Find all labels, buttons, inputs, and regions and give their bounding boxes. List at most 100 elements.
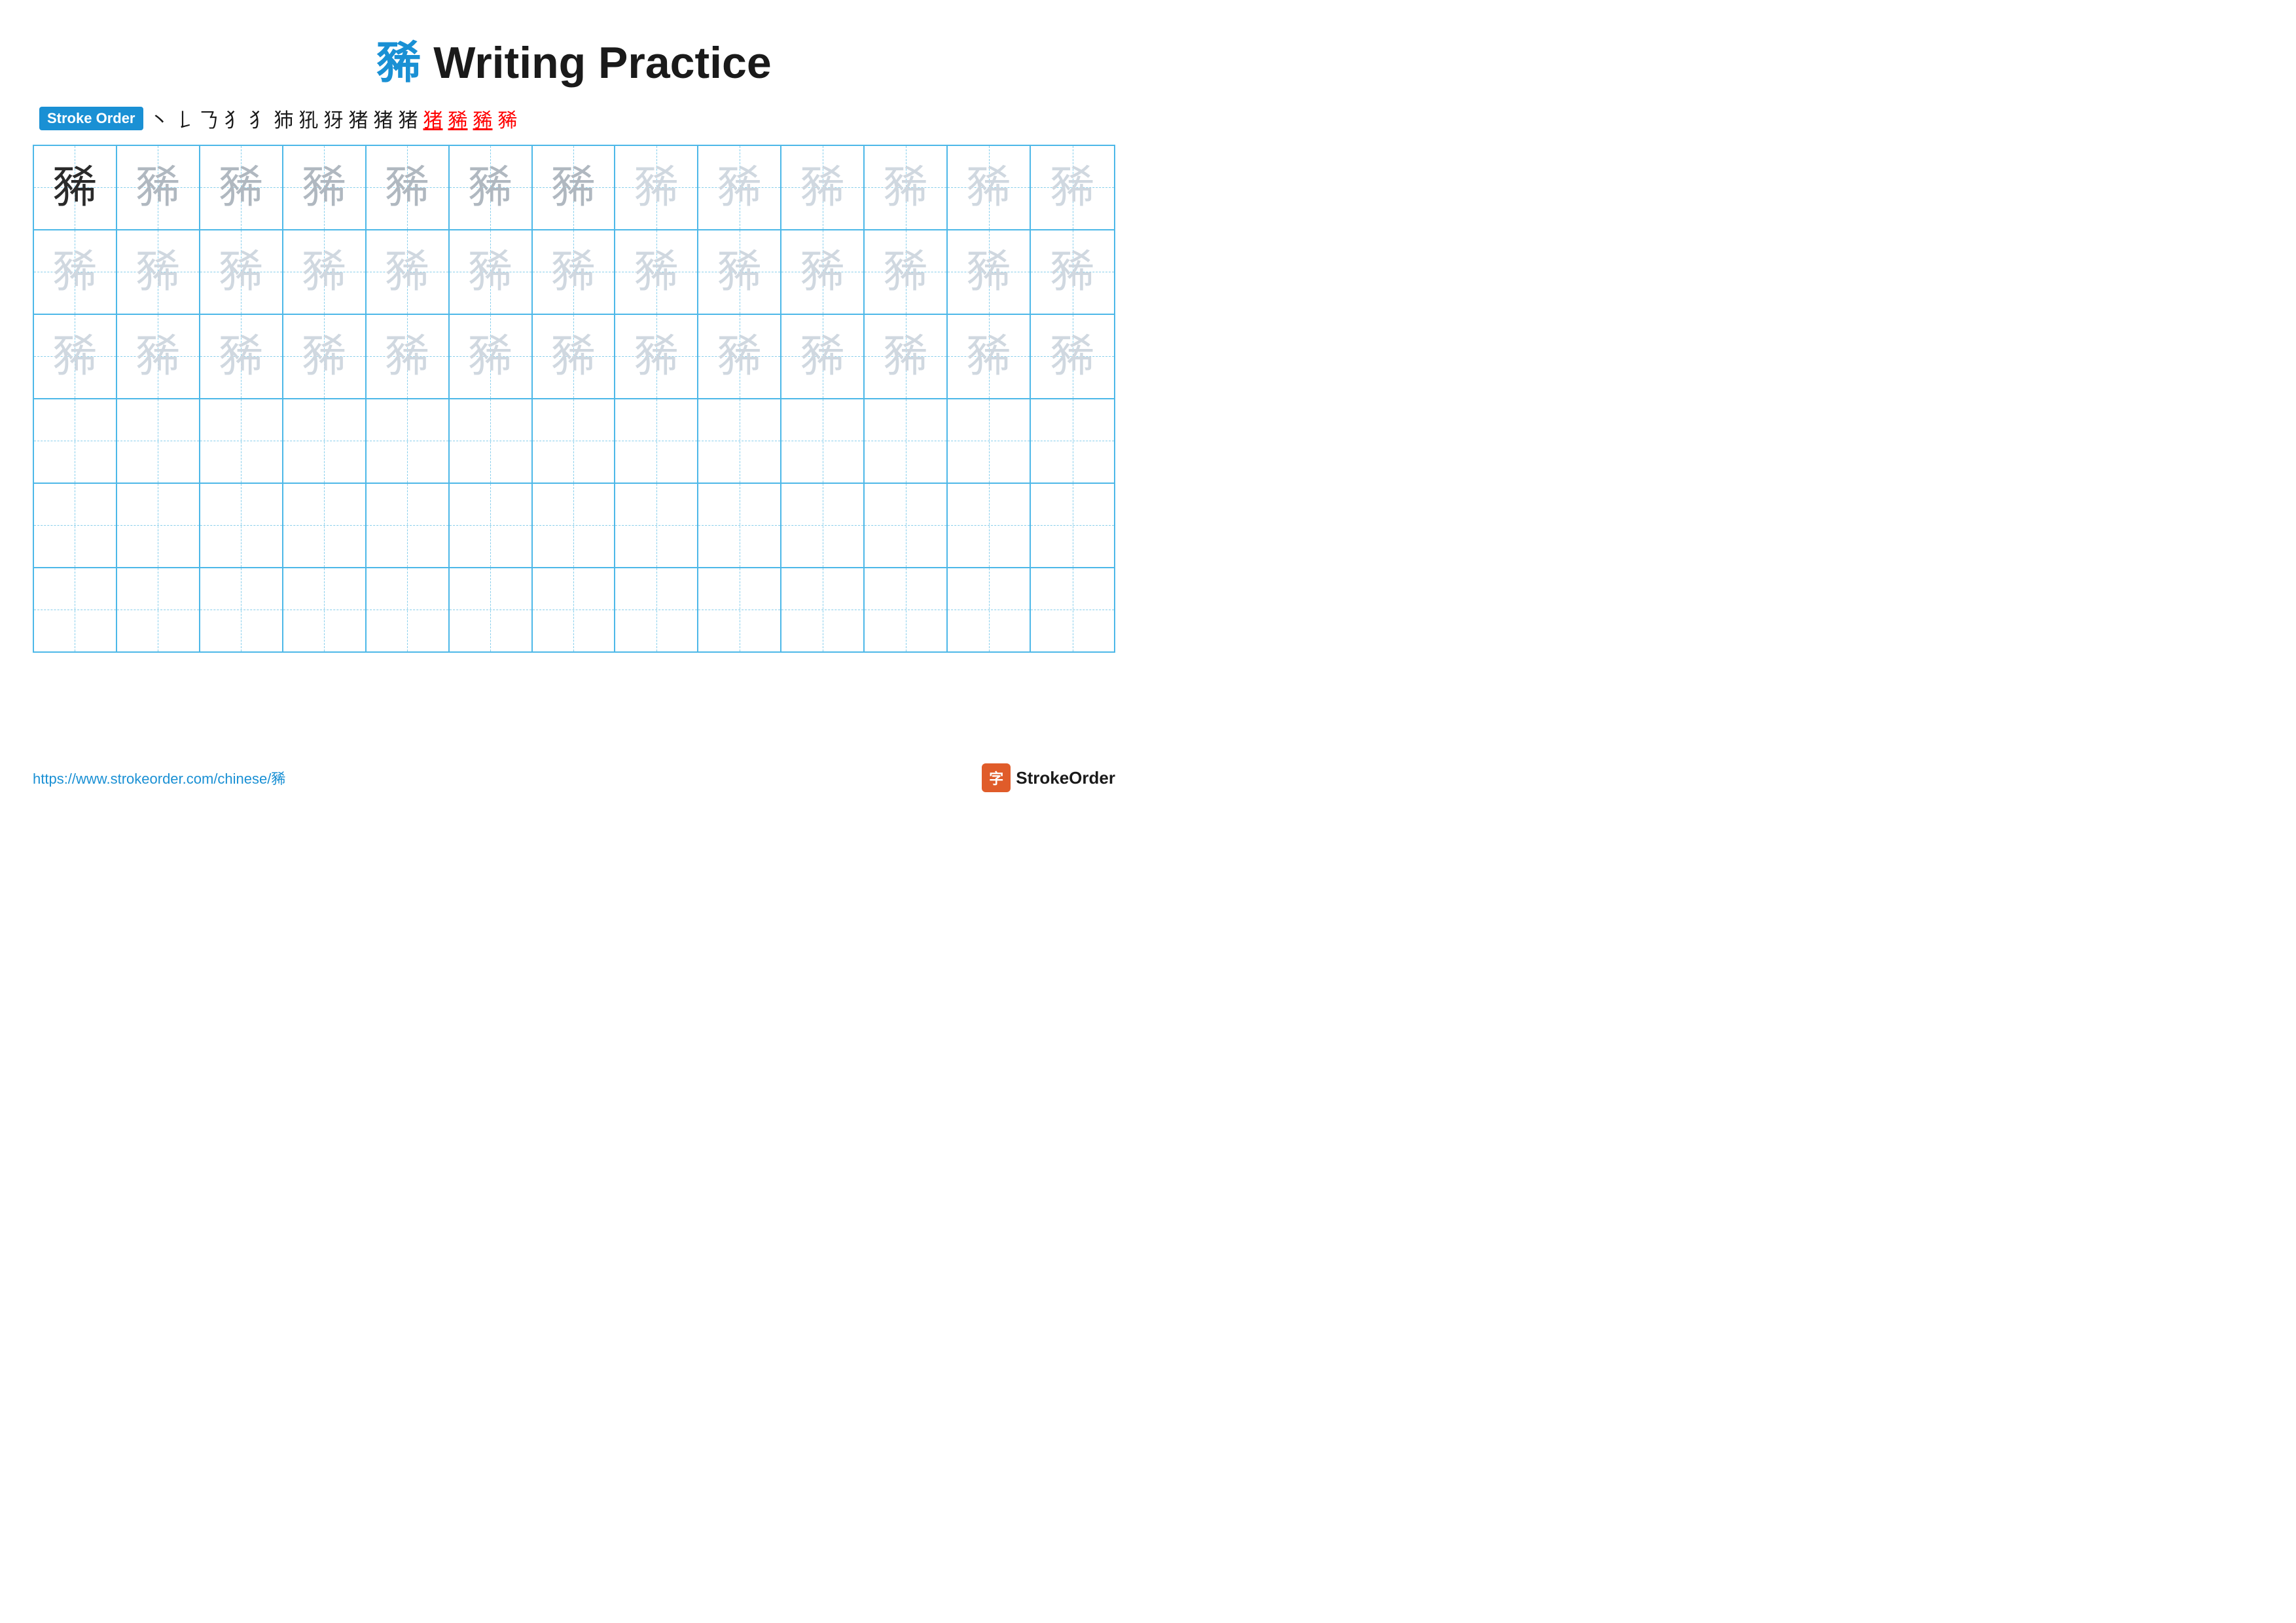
grid-cell-4-6[interactable]	[533, 484, 616, 567]
footer-logo-char: 字	[989, 767, 1003, 788]
grid-cell-5-9[interactable]	[781, 568, 865, 651]
title-text: Writing Practice	[433, 38, 771, 88]
grid-cell-4-1[interactable]	[117, 484, 200, 567]
grid-cell-0-1: 豨	[117, 146, 200, 229]
stroke-step-15: 豨	[498, 104, 518, 133]
stroke-step-8: 犽	[324, 104, 344, 133]
grid-cell-5-6[interactable]	[533, 568, 616, 651]
grid-cell-0-5: 豨	[450, 146, 533, 229]
grid-cell-2-5: 豨	[450, 315, 533, 398]
grid-row-1: 豨豨豨豨豨豨豨豨豨豨豨豨豨	[34, 230, 1114, 315]
cell-char-0-7: 豨	[634, 165, 679, 210]
grid-cell-4-11[interactable]	[948, 484, 1031, 567]
grid-cell-5-4[interactable]	[367, 568, 450, 651]
grid-cell-1-10: 豨	[865, 230, 948, 314]
grid-cell-0-4: 豨	[367, 146, 450, 229]
grid-cell-3-8[interactable]	[698, 399, 781, 483]
grid-row-2: 豨豨豨豨豨豨豨豨豨豨豨豨豨	[34, 315, 1114, 399]
stroke-step-12: 猪	[423, 104, 443, 133]
grid-cell-1-9: 豨	[781, 230, 865, 314]
grid-cell-3-6[interactable]	[533, 399, 616, 483]
grid-cell-5-7[interactable]	[615, 568, 698, 651]
page-title: 豨 Writing Practice	[33, 26, 1115, 91]
cell-char-0-3: 豨	[302, 165, 346, 210]
grid-cell-5-0[interactable]	[34, 568, 117, 651]
grid-cell-5-11[interactable]	[948, 568, 1031, 651]
cell-char-0-2: 豨	[219, 165, 263, 210]
grid-cell-4-10[interactable]	[865, 484, 948, 567]
grid-cell-5-1[interactable]	[117, 568, 200, 651]
grid-cell-3-9[interactable]	[781, 399, 865, 483]
cell-char-1-8: 豨	[717, 249, 762, 294]
grid-cell-4-0[interactable]	[34, 484, 117, 567]
cell-char-1-3: 豨	[302, 249, 346, 294]
grid-cell-0-11: 豨	[948, 146, 1031, 229]
grid-cell-3-7[interactable]	[615, 399, 698, 483]
grid-cell-4-2[interactable]	[200, 484, 283, 567]
grid-cell-5-5[interactable]	[450, 568, 533, 651]
cell-char-0-6: 豨	[551, 165, 596, 210]
cell-char-1-11: 豨	[967, 249, 1011, 294]
grid-cell-3-5[interactable]	[450, 399, 533, 483]
grid-cell-4-8[interactable]	[698, 484, 781, 567]
grid-cell-2-6: 豨	[533, 315, 616, 398]
grid-cell-4-9[interactable]	[781, 484, 865, 567]
grid-cell-3-0[interactable]	[34, 399, 117, 483]
stroke-step-4: 犭	[224, 104, 244, 133]
footer-logo-icon: 字	[982, 763, 1011, 792]
grid-cell-0-0: 豨	[34, 146, 117, 229]
grid-cell-3-1[interactable]	[117, 399, 200, 483]
grid-cell-3-10[interactable]	[865, 399, 948, 483]
grid-cell-5-3[interactable]	[283, 568, 367, 651]
stroke-step-11: 猪	[399, 104, 418, 133]
grid-cell-2-0: 豨	[34, 315, 117, 398]
grid-cell-3-12[interactable]	[1031, 399, 1114, 483]
cell-char-1-9: 豨	[800, 249, 845, 294]
grid-cell-4-5[interactable]	[450, 484, 533, 567]
grid-cell-1-1: 豨	[117, 230, 200, 314]
cell-char-2-1: 豨	[135, 334, 180, 378]
cell-char-0-1: 豨	[135, 165, 180, 210]
practice-grid: 豨豨豨豨豨豨豨豨豨豨豨豨豨豨豨豨豨豨豨豨豨豨豨豨豨豨豨豨豨豨豨豨豨豨豨豨豨豨豨	[33, 145, 1115, 653]
cell-char-2-8: 豨	[717, 334, 762, 378]
grid-cell-4-3[interactable]	[283, 484, 367, 567]
grid-row-0: 豨豨豨豨豨豨豨豨豨豨豨豨豨	[34, 146, 1114, 230]
grid-cell-3-4[interactable]	[367, 399, 450, 483]
cell-char-1-7: 豨	[634, 249, 679, 294]
cell-char-0-9: 豨	[800, 165, 845, 210]
grid-cell-5-2[interactable]	[200, 568, 283, 651]
footer-url: https://www.strokeorder.com/chinese/豨	[33, 767, 285, 788]
stroke-step-10: 猪	[374, 104, 393, 133]
grid-cell-0-9: 豨	[781, 146, 865, 229]
stroke-order-badge: Stroke Order	[39, 107, 143, 130]
grid-cell-3-3[interactable]	[283, 399, 367, 483]
cell-char-1-2: 豨	[219, 249, 263, 294]
grid-cell-1-4: 豨	[367, 230, 450, 314]
stroke-step-3: 𠄎	[200, 104, 219, 133]
grid-cell-3-2[interactable]	[200, 399, 283, 483]
cell-char-2-11: 豨	[967, 334, 1011, 378]
stroke-step-9: 猪	[349, 104, 368, 133]
grid-cell-5-12[interactable]	[1031, 568, 1114, 651]
grid-cell-4-12[interactable]	[1031, 484, 1114, 567]
grid-cell-5-10[interactable]	[865, 568, 948, 651]
cell-char-0-8: 豨	[717, 165, 762, 210]
grid-row-3	[34, 399, 1114, 484]
grid-cell-2-9: 豨	[781, 315, 865, 398]
grid-cell-5-8[interactable]	[698, 568, 781, 651]
grid-cell-2-8: 豨	[698, 315, 781, 398]
grid-cell-0-2: 豨	[200, 146, 283, 229]
grid-cell-3-11[interactable]	[948, 399, 1031, 483]
cell-char-1-12: 豨	[1050, 249, 1095, 294]
cell-char-2-12: 豨	[1050, 334, 1095, 378]
grid-cell-0-12: 豨	[1031, 146, 1114, 229]
grid-cell-0-6: 豨	[533, 146, 616, 229]
grid-cell-4-4[interactable]	[367, 484, 450, 567]
stroke-step-14: 豨	[473, 104, 493, 133]
grid-cell-4-7[interactable]	[615, 484, 698, 567]
cell-char-0-10: 豨	[884, 165, 928, 210]
cell-char-2-5: 豨	[468, 334, 512, 378]
grid-cell-0-7: 豨	[615, 146, 698, 229]
grid-cell-0-3: 豨	[283, 146, 367, 229]
grid-cell-2-7: 豨	[615, 315, 698, 398]
